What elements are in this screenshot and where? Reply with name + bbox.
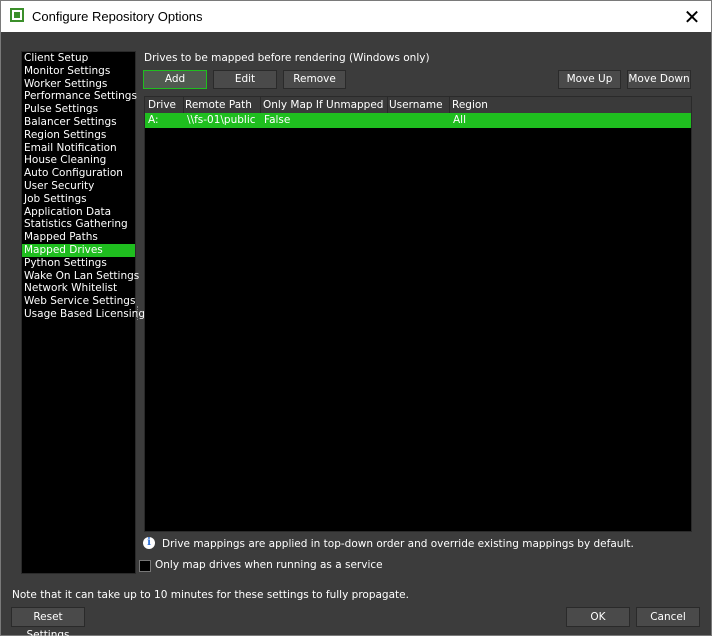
- cell-drive: A:: [148, 114, 159, 126]
- close-button[interactable]: ✕: [673, 1, 711, 32]
- sidebar-item-python-settings[interactable]: Python Settings: [22, 257, 135, 270]
- sidebar-item-region-settings[interactable]: Region Settings: [22, 129, 135, 142]
- column-header-region[interactable]: Region: [449, 97, 691, 113]
- section-label: Drives to be mapped before rendering (Wi…: [144, 52, 430, 64]
- sidebar-item-house-cleaning[interactable]: House Cleaning: [22, 154, 135, 167]
- column-header-remote-path[interactable]: Remote Path: [182, 97, 261, 113]
- service-only-checkbox[interactable]: [139, 560, 151, 572]
- sidebar-item-worker-settings[interactable]: Worker Settings: [22, 78, 135, 91]
- cell-username: [387, 113, 390, 128]
- reset-settings-button[interactable]: Reset Settings: [11, 607, 85, 641]
- sidebar-item-mapped-paths[interactable]: Mapped Paths: [22, 231, 135, 244]
- sidebar-item-auto-configuration[interactable]: Auto Configuration: [22, 167, 135, 180]
- service-only-checkbox-label[interactable]: Only map drives when running as a servic…: [155, 559, 383, 571]
- move-down-button[interactable]: Move Down: [627, 70, 691, 89]
- table-row[interactable]: A: \\fs-01\public False All: [145, 113, 691, 128]
- column-header-username[interactable]: Username: [386, 97, 450, 113]
- sidebar-item-email-notification[interactable]: Email Notification: [22, 142, 135, 155]
- sidebar-item-client-setup[interactable]: Client Setup: [22, 52, 135, 65]
- sidebar-item-mapped-drives[interactable]: Mapped Drives: [22, 243, 135, 257]
- sidebar-item-job-settings[interactable]: Job Settings: [22, 193, 135, 206]
- settings-category-list[interactable]: Client Setup Monitor Settings Worker Setti…: [21, 51, 145, 574]
- sidebar-item-statistics-gathering[interactable]: Statistics Gathering: [22, 218, 135, 231]
- add-button[interactable]: Add: [143, 70, 207, 89]
- configure-repository-dialog: Configure Repository Options ✕ Client Se…: [0, 0, 712, 641]
- ok-button[interactable]: OK: [566, 607, 630, 627]
- move-up-button[interactable]: Move Up: [558, 70, 621, 89]
- sidebar-item-web-service-settings[interactable]: Web Service Settings: [22, 295, 135, 308]
- cell-region: All: [453, 114, 467, 126]
- propagation-note: Note that it can take up to 10 minutes f…: [12, 589, 409, 601]
- title-bar: Configure Repository Options ✕: [1, 1, 711, 32]
- sidebar-item-network-whitelist[interactable]: Network Whitelist: [22, 282, 135, 295]
- app-icon: [10, 8, 24, 22]
- column-header-drive[interactable]: Drive: [145, 97, 184, 113]
- info-text: Drive mappings are applied in top-down o…: [162, 538, 634, 550]
- sidebar-item-user-security[interactable]: User Security: [22, 180, 135, 193]
- info-icon: i: [143, 537, 155, 549]
- column-header-only-map-if-unmapped[interactable]: Only Map If Unmapped: [260, 97, 388, 113]
- sidebar-item-balancer-settings[interactable]: Balancer Settings: [22, 116, 135, 129]
- sidebar-item-performance-settings[interactable]: Performance Settings: [22, 90, 137, 103]
- sidebar-item-wake-on-lan-settings[interactable]: Wake On Lan Settings: [22, 270, 139, 283]
- mapped-drives-table[interactable]: Drive Remote Path Only Map If Unmapped U…: [144, 96, 692, 532]
- sidebar-item-monitor-settings[interactable]: Monitor Settings: [22, 65, 135, 78]
- window-title: Configure Repository Options: [32, 9, 203, 24]
- cell-only-map-if-unmapped: False: [264, 114, 291, 126]
- cell-remote-path: \\fs-01\public: [187, 114, 256, 126]
- edit-button[interactable]: Edit: [213, 70, 277, 89]
- close-icon: ✕: [683, 4, 701, 29]
- table-header: Drive Remote Path Only Map If Unmapped U…: [145, 97, 691, 114]
- splitter-handle[interactable]: [137, 306, 140, 320]
- cancel-button[interactable]: Cancel: [636, 607, 700, 627]
- sidebar-item-application-data[interactable]: Application Data: [22, 206, 135, 219]
- remove-button[interactable]: Remove: [283, 70, 346, 89]
- sidebar-item-pulse-settings[interactable]: Pulse Settings: [22, 103, 135, 116]
- sidebar-item-usage-based-licensing[interactable]: Usage Based Licensing: [22, 308, 145, 321]
